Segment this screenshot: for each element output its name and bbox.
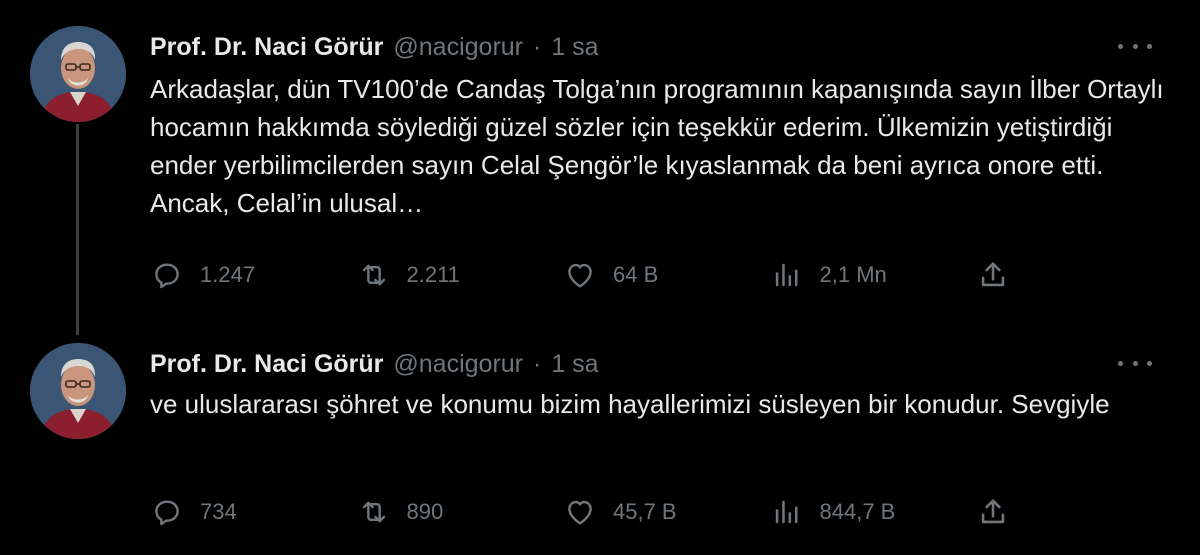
- share-icon: [981, 262, 1005, 287]
- reply-button[interactable]: 1.247: [150, 258, 280, 292]
- share-button[interactable]: [976, 258, 1010, 292]
- tweet-text: Arkadaşlar, dün TV100’de Candaş Tolga’nı…: [150, 74, 1164, 218]
- reply-count: 1.247: [200, 262, 256, 287]
- views-icon: [775, 500, 797, 524]
- separator-dot: ·: [533, 32, 542, 61]
- reply-button[interactable]: 734: [150, 495, 280, 529]
- retweet-button[interactable]: 2.211: [357, 258, 487, 292]
- tweet-header: Prof. Dr. Naci Görür @nacigorur · 1 sa: [150, 30, 599, 64]
- avatar-portrait: [30, 343, 126, 439]
- tweet-text: ve uluslararası şöhret ve konumu bizim h…: [150, 389, 1110, 419]
- views-count: 844,7 B: [819, 499, 896, 524]
- like-count: 64 B: [613, 262, 659, 287]
- views-count: 2,1 Mn: [819, 262, 887, 287]
- tweet-actions: 1.247 2.211 64 B 2,1 Mn: [150, 255, 1010, 295]
- views-icon: [775, 263, 797, 287]
- avatar-portrait: [30, 26, 126, 122]
- timestamp[interactable]: 1 sa: [551, 350, 598, 379]
- heart-icon: [568, 263, 592, 288]
- retweet-count: 2.211: [406, 262, 460, 287]
- more-icon[interactable]: [1118, 353, 1152, 373]
- like-count: 45,7 B: [613, 499, 677, 524]
- tweet[interactable]: Prof. Dr. Naci Görür @nacigorur · 1 sa A…: [0, 0, 1200, 335]
- author-handle[interactable]: @nacigorur: [393, 33, 523, 62]
- tweet[interactable]: Prof. Dr. Naci Görür @nacigorur · 1 sa v…: [0, 335, 1200, 555]
- views-button[interactable]: 844,7 B: [770, 495, 900, 529]
- retweet-button[interactable]: 890: [357, 495, 487, 529]
- retweet-count: 890: [406, 499, 444, 524]
- tweet-actions: 734 890 45,7 B 844,7 B: [150, 492, 1010, 532]
- avatar[interactable]: [30, 26, 126, 122]
- author-name[interactable]: Prof. Dr. Naci Görür: [150, 33, 383, 62]
- views-button[interactable]: 2,1 Mn: [770, 258, 900, 292]
- share-icon: [981, 499, 1005, 524]
- reply-count: 734: [200, 499, 237, 524]
- avatar[interactable]: [30, 343, 126, 439]
- timestamp[interactable]: 1 sa: [551, 33, 598, 62]
- thread-line: [76, 124, 79, 335]
- author-name[interactable]: Prof. Dr. Naci Görür: [150, 350, 383, 379]
- share-button[interactable]: [976, 495, 1010, 529]
- tweet-header: Prof. Dr. Naci Görür @nacigorur · 1 sa: [150, 347, 599, 381]
- retweet-icon: [362, 264, 385, 286]
- heart-icon: [568, 500, 592, 525]
- reply-icon: [155, 263, 179, 289]
- separator-dot: ·: [533, 349, 542, 378]
- like-button[interactable]: 64 B: [563, 258, 693, 292]
- like-button[interactable]: 45,7 B: [563, 495, 693, 529]
- reply-icon: [155, 500, 179, 526]
- author-handle[interactable]: @nacigorur: [393, 350, 523, 379]
- retweet-icon: [362, 501, 385, 523]
- more-icon[interactable]: [1118, 36, 1152, 56]
